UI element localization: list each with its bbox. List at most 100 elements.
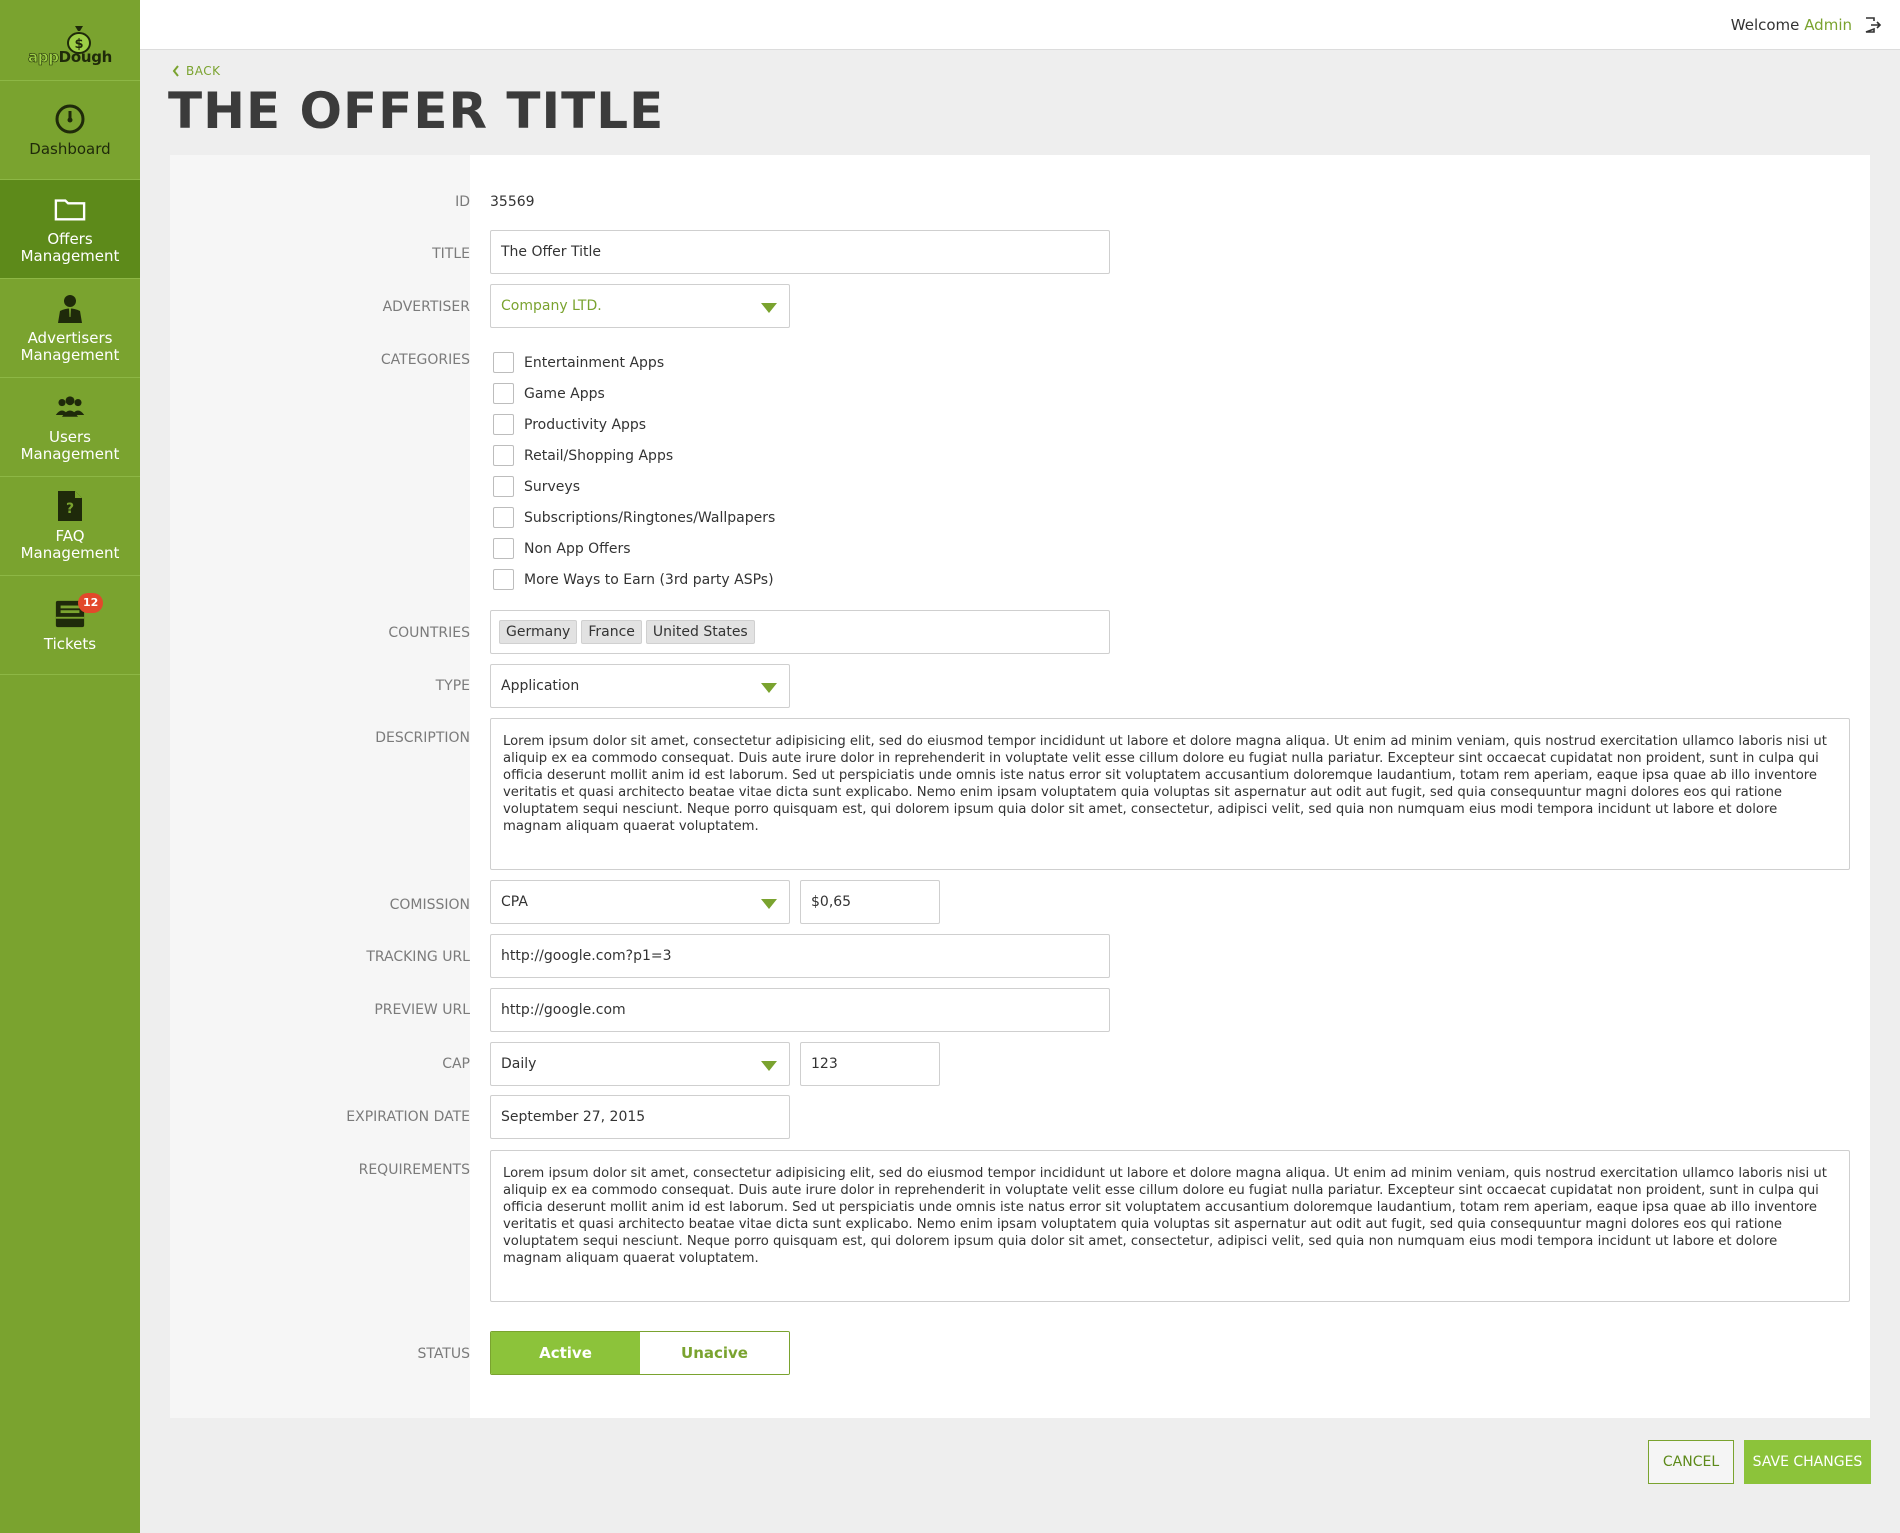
category-label: More Ways to Earn (3rd party ASPs) [524, 571, 774, 588]
chevron-left-icon [172, 65, 179, 77]
commission-amount-input[interactable]: $0,65 [800, 880, 940, 924]
sidebar-item-dashboard[interactable]: Dashboard [0, 81, 140, 180]
commission-type-select[interactable]: CPA [490, 880, 790, 924]
categories-label: CATEGORIES [380, 352, 470, 368]
save-changes-button[interactable]: SAVE CHANGES [1744, 1440, 1871, 1484]
countries-tag-input[interactable]: Germany France United States [490, 610, 1110, 654]
checkbox[interactable] [493, 445, 514, 466]
category-checkbox-row[interactable]: Game Apps [493, 378, 775, 409]
checkbox[interactable] [493, 507, 514, 528]
sidebar-item-label: Users Management [20, 428, 120, 463]
checkbox[interactable] [493, 476, 514, 497]
cap-period-select[interactable]: Daily [490, 1042, 790, 1086]
category-label: Subscriptions/Ringtones/Wallpapers [524, 509, 776, 526]
cap-label: CAP [442, 1056, 470, 1072]
back-label: BACK [186, 64, 221, 78]
chevron-down-icon [761, 683, 777, 693]
tracking-url-input[interactable]: http://google.com?p1=3 [490, 934, 1110, 978]
sidebar-item-tickets[interactable]: 12 Tickets [0, 576, 140, 675]
category-label: Surveys [524, 478, 580, 495]
country-tag[interactable]: United States [645, 620, 755, 644]
welcome-label: Welcome [1730, 16, 1800, 34]
status-label: STATUS [417, 1346, 470, 1362]
chevron-down-icon [761, 899, 777, 909]
checkbox[interactable] [493, 538, 514, 559]
sidebar-item-label: Tickets [43, 634, 97, 653]
sidebar-item-faq-management[interactable]: ? FAQ Management [0, 477, 140, 576]
faq-document-icon: ? [54, 490, 86, 522]
top-bar: Welcome Admin [140, 0, 1900, 50]
back-link[interactable]: BACK [172, 64, 220, 78]
expiration-date-input[interactable]: September 27, 2015 [490, 1095, 790, 1139]
sidebar-item-label: Advertisers Management [20, 329, 120, 364]
requirements-textarea[interactable]: Lorem ipsum dolor sit amet, consectetur … [490, 1150, 1850, 1302]
sidebar-item-offers-management[interactable]: Offers Management [0, 180, 140, 279]
category-checkbox-row[interactable]: Productivity Apps [493, 409, 775, 440]
category-checkbox-row[interactable]: Retail/Shopping Apps [493, 440, 775, 471]
category-checkbox-row[interactable]: More Ways to Earn (3rd party ASPs) [493, 564, 775, 595]
preview-url-input[interactable]: http://google.com [490, 988, 1110, 1032]
logo[interactable]: $ appDough [0, 0, 140, 81]
logout-icon[interactable] [1864, 16, 1882, 34]
type-label: TYPE [435, 678, 470, 694]
advertiser-label: ADVERTISER [382, 299, 470, 315]
sidebar-item-label: Offers Management [20, 230, 120, 265]
cap-period-value: Daily [501, 1056, 537, 1072]
status-active-option[interactable]: Active [491, 1332, 640, 1374]
country-tag[interactable]: France [581, 620, 642, 644]
sidebar: $ appDough Dashboard Offers Management A… [0, 0, 140, 1533]
sidebar-item-label: Dashboard [29, 139, 111, 158]
country-tag[interactable]: Germany [499, 620, 578, 644]
commission-label: COMISSION [389, 897, 470, 913]
status-toggle: Active Unacive [490, 1331, 790, 1375]
users-icon [54, 391, 86, 423]
money-bag-icon: $ [67, 26, 91, 54]
chevron-down-icon [761, 1061, 777, 1071]
status-inactive-option[interactable]: Unacive [640, 1332, 789, 1374]
countries-label: COUNTRIES [388, 625, 470, 641]
type-select[interactable]: Application [490, 664, 790, 708]
sidebar-item-users-management[interactable]: Users Management [0, 378, 140, 477]
category-label: Game Apps [524, 385, 605, 402]
checkbox[interactable] [493, 352, 514, 373]
category-checkbox-row[interactable]: Non App Offers [493, 533, 775, 564]
checkbox[interactable] [493, 414, 514, 435]
id-label: ID [455, 194, 470, 210]
category-label: Retail/Shopping Apps [524, 447, 674, 464]
cancel-button[interactable]: CANCEL [1648, 1440, 1734, 1484]
sidebar-item-advertisers-management[interactable]: Advertisers Management [0, 279, 140, 378]
chevron-down-icon [761, 303, 777, 313]
expiration-date-label: EXPIRATION DATE [346, 1109, 470, 1125]
tracking-url-label: TRACKING URL [366, 949, 470, 965]
person-icon [54, 292, 86, 324]
offer-form-card: ID 35569 TITLE The Offer Title ADVERTISE… [170, 155, 1870, 1418]
checkbox[interactable] [493, 383, 514, 404]
description-textarea[interactable]: Lorem ipsum dolor sit amet, consectetur … [490, 718, 1850, 870]
commission-type-value: CPA [501, 894, 528, 910]
gauge-icon [54, 103, 86, 135]
preview-url-label: PREVIEW URL [374, 1002, 470, 1018]
tickets-count-badge: 12 [78, 593, 104, 613]
title-input[interactable]: The Offer Title [490, 230, 1110, 274]
checkbox[interactable] [493, 569, 514, 590]
category-checkbox-row[interactable]: Entertainment Apps [493, 347, 775, 378]
cap-amount-input[interactable]: 123 [800, 1042, 940, 1086]
user-name-link[interactable]: Admin [1804, 16, 1852, 34]
id-value: 35569 [490, 194, 535, 210]
form-label-column [170, 155, 470, 1418]
categories-list: Entertainment Apps Game Apps Productivit… [493, 347, 775, 595]
welcome-text: Welcome Admin [1731, 16, 1852, 34]
category-label: Productivity Apps [524, 416, 647, 433]
sidebar-item-label: FAQ Management [20, 527, 120, 562]
type-value: Application [501, 678, 580, 694]
page-title: THE OFFER TITLE [168, 82, 665, 140]
folder-icon [54, 193, 86, 225]
category-checkbox-row[interactable]: Subscriptions/Ringtones/Wallpapers [493, 502, 775, 533]
category-label: Non App Offers [524, 540, 631, 557]
requirements-label: REQUIREMENTS [358, 1162, 470, 1178]
category-checkbox-row[interactable]: Surveys [493, 471, 775, 502]
description-label: DESCRIPTION [375, 730, 470, 746]
advertiser-select[interactable]: Company LTD. [490, 284, 790, 328]
title-label: TITLE [432, 246, 470, 262]
advertiser-value: Company LTD. [501, 298, 602, 314]
